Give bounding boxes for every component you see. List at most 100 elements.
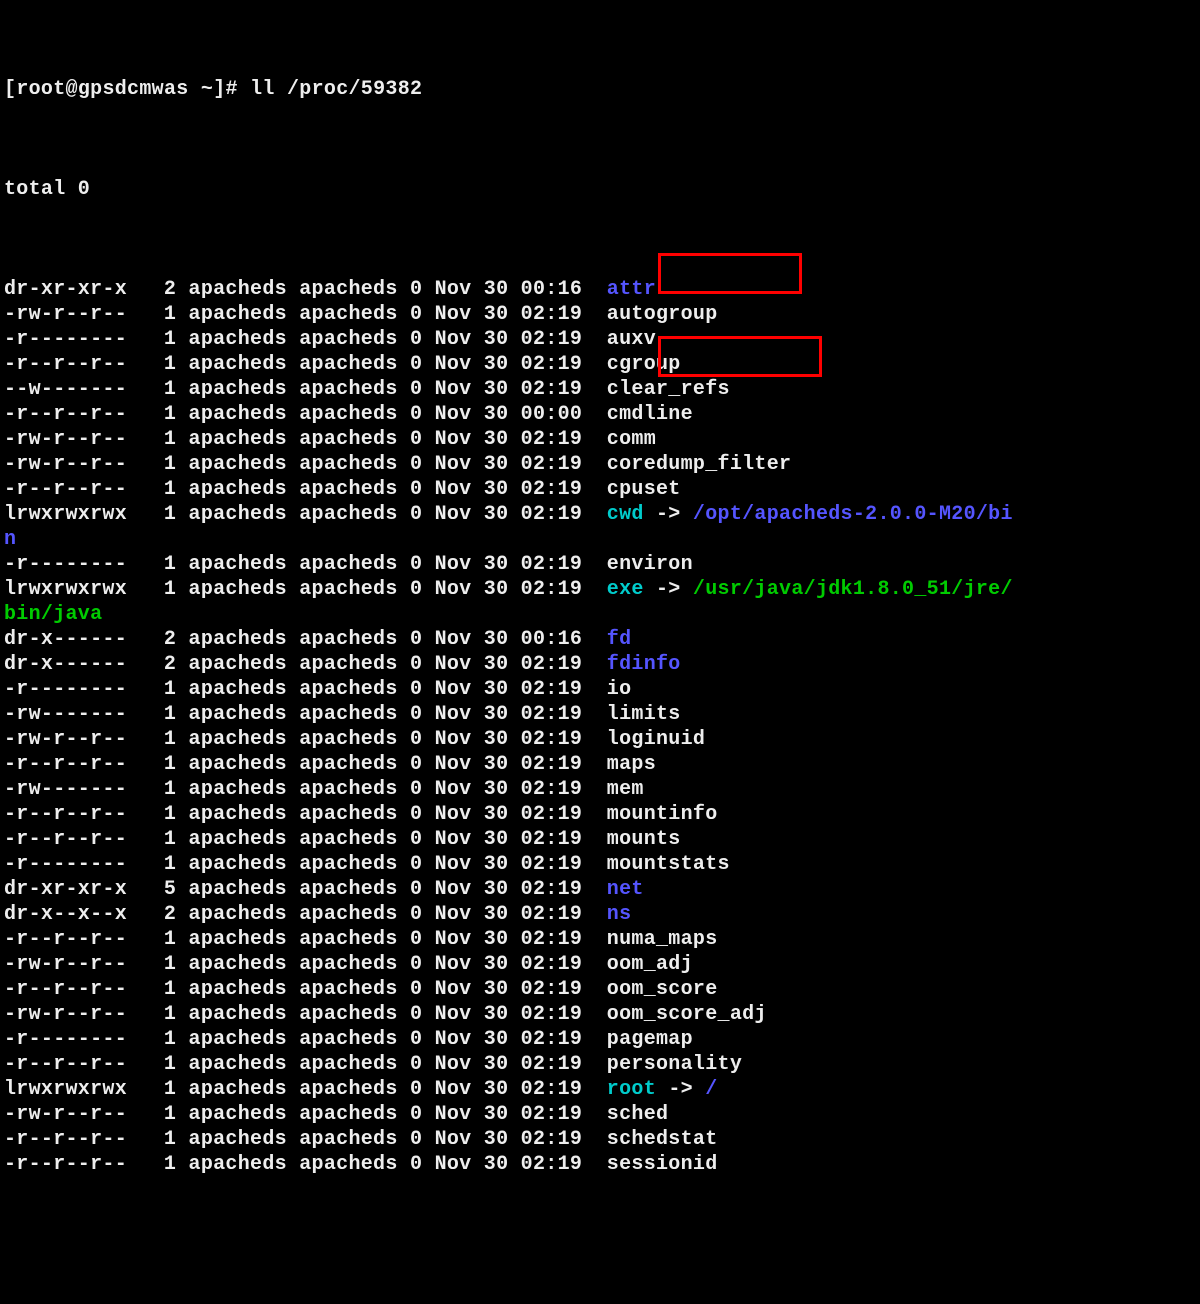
file-name: net — [607, 878, 644, 901]
file-meta: -r-------- 1 apacheds apacheds 0 Nov 30 … — [4, 553, 607, 576]
file-meta: -rw------- 1 apacheds apacheds 0 Nov 30 … — [4, 703, 607, 726]
file-meta: -r--r--r-- 1 apacheds apacheds 0 Nov 30 … — [4, 353, 607, 376]
terminal[interactable]: [root@gpsdcmwas ~]# ll /proc/59382 total… — [0, 0, 1200, 1304]
file-meta: lrwxrwxrwx 1 apacheds apacheds 0 Nov 30 … — [4, 1078, 607, 1101]
file-meta: -r--r--r-- 1 apacheds apacheds 0 Nov 30 … — [4, 403, 607, 426]
file-row: -rw-r--r-- 1 apacheds apacheds 0 Nov 30 … — [4, 427, 1196, 452]
file-row: dr-x------ 2 apacheds apacheds 0 Nov 30 … — [4, 627, 1196, 652]
file-name: mountinfo — [607, 803, 718, 826]
symlink-arrow: -> — [656, 1078, 705, 1101]
file-meta: -r--r--r-- 1 apacheds apacheds 0 Nov 30 … — [4, 828, 607, 851]
file-meta: -r--r--r-- 1 apacheds apacheds 0 Nov 30 … — [4, 978, 607, 1001]
file-row-wrap: bin/java — [4, 602, 1196, 627]
file-row: -r--r--r-- 1 apacheds apacheds 0 Nov 30 … — [4, 1127, 1196, 1152]
file-name: pagemap — [607, 1028, 693, 1051]
file-meta: dr-x------ 2 apacheds apacheds 0 Nov 30 … — [4, 628, 607, 651]
prompt-cmd: ll /proc/59382 — [250, 78, 422, 101]
symlink-target: /opt/apacheds-2.0.0-M20/bi — [693, 503, 1013, 526]
file-row: -rw-r--r-- 1 apacheds apacheds 0 Nov 30 … — [4, 302, 1196, 327]
file-meta: -r--r--r-- 1 apacheds apacheds 0 Nov 30 … — [4, 1128, 607, 1151]
file-row: -rw-r--r-- 1 apacheds apacheds 0 Nov 30 … — [4, 727, 1196, 752]
file-meta: dr-xr-xr-x 2 apacheds apacheds 0 Nov 30 … — [4, 278, 607, 301]
file-row: -r--r--r-- 1 apacheds apacheds 0 Nov 30 … — [4, 402, 1196, 427]
file-row: -rw------- 1 apacheds apacheds 0 Nov 30 … — [4, 777, 1196, 802]
file-row: -r--r--r-- 1 apacheds apacheds 0 Nov 30 … — [4, 827, 1196, 852]
file-meta: -rw-r--r-- 1 apacheds apacheds 0 Nov 30 … — [4, 303, 607, 326]
file-meta: dr-x--x--x 2 apacheds apacheds 0 Nov 30 … — [4, 903, 607, 926]
file-row: dr-xr-xr-x 5 apacheds apacheds 0 Nov 30 … — [4, 877, 1196, 902]
file-row: -r-------- 1 apacheds apacheds 0 Nov 30 … — [4, 1027, 1196, 1052]
prompt-user: root — [16, 78, 65, 101]
file-meta: -rw------- 1 apacheds apacheds 0 Nov 30 … — [4, 778, 607, 801]
file-row: lrwxrwxrwx 1 apacheds apacheds 0 Nov 30 … — [4, 577, 1196, 602]
file-name: autogroup — [607, 303, 718, 326]
file-meta: -r--r--r-- 1 apacheds apacheds 0 Nov 30 … — [4, 1153, 607, 1176]
file-row: -rw-r--r-- 1 apacheds apacheds 0 Nov 30 … — [4, 1102, 1196, 1127]
file-listing: dr-xr-xr-x 2 apacheds apacheds 0 Nov 30 … — [4, 277, 1196, 1177]
file-name: ns — [607, 903, 632, 926]
file-row: dr-x------ 2 apacheds apacheds 0 Nov 30 … — [4, 652, 1196, 677]
file-meta: -r--r--r-- 1 apacheds apacheds 0 Nov 30 … — [4, 928, 607, 951]
file-name: numa_maps — [607, 928, 718, 951]
file-meta: dr-x------ 2 apacheds apacheds 0 Nov 30 … — [4, 653, 607, 676]
symlink-target-continued: bin/java — [4, 603, 102, 626]
file-meta: lrwxrwxrwx 1 apacheds apacheds 0 Nov 30 … — [4, 503, 607, 526]
file-name: attr — [607, 278, 656, 301]
prompt-host: gpsdcmwas — [78, 78, 189, 101]
file-row: -r--r--r-- 1 apacheds apacheds 0 Nov 30 … — [4, 477, 1196, 502]
file-name: mountstats — [607, 853, 730, 876]
file-name: limits — [607, 703, 681, 726]
file-meta: -r-------- 1 apacheds apacheds 0 Nov 30 … — [4, 1028, 607, 1051]
file-meta: -rw-r--r-- 1 apacheds apacheds 0 Nov 30 … — [4, 953, 607, 976]
file-row: dr-xr-xr-x 2 apacheds apacheds 0 Nov 30 … — [4, 277, 1196, 302]
file-name: cgroup — [607, 353, 681, 376]
file-row: --w------- 1 apacheds apacheds 0 Nov 30 … — [4, 377, 1196, 402]
file-name: sched — [607, 1103, 669, 1126]
file-meta: -r-------- 1 apacheds apacheds 0 Nov 30 … — [4, 853, 607, 876]
file-row: lrwxrwxrwx 1 apacheds apacheds 0 Nov 30 … — [4, 502, 1196, 527]
file-row: -r--r--r-- 1 apacheds apacheds 0 Nov 30 … — [4, 1052, 1196, 1077]
file-row: -rw-r--r-- 1 apacheds apacheds 0 Nov 30 … — [4, 452, 1196, 477]
file-row: -rw-r--r-- 1 apacheds apacheds 0 Nov 30 … — [4, 952, 1196, 977]
file-row: lrwxrwxrwx 1 apacheds apacheds 0 Nov 30 … — [4, 1077, 1196, 1102]
file-row: -r--r--r-- 1 apacheds apacheds 0 Nov 30 … — [4, 1152, 1196, 1177]
file-name: cwd — [607, 503, 644, 526]
file-meta: -rw-r--r-- 1 apacheds apacheds 0 Nov 30 … — [4, 1103, 607, 1126]
file-meta: -r-------- 1 apacheds apacheds 0 Nov 30 … — [4, 678, 607, 701]
file-row: dr-x--x--x 2 apacheds apacheds 0 Nov 30 … — [4, 902, 1196, 927]
file-name: maps — [607, 753, 656, 776]
file-name: auxv — [607, 328, 656, 351]
file-meta: -r--r--r-- 1 apacheds apacheds 0 Nov 30 … — [4, 1053, 607, 1076]
file-name: oom_adj — [607, 953, 693, 976]
file-name: coredump_filter — [607, 453, 792, 476]
file-meta: -rw-r--r-- 1 apacheds apacheds 0 Nov 30 … — [4, 453, 607, 476]
file-row: -r-------- 1 apacheds apacheds 0 Nov 30 … — [4, 852, 1196, 877]
file-meta: -r--r--r-- 1 apacheds apacheds 0 Nov 30 … — [4, 803, 607, 826]
file-meta: -rw-r--r-- 1 apacheds apacheds 0 Nov 30 … — [4, 728, 607, 751]
file-name: mounts — [607, 828, 681, 851]
prompt-line: [root@gpsdcmwas ~]# ll /proc/59382 — [4, 77, 1196, 102]
file-meta: -r--r--r-- 1 apacheds apacheds 0 Nov 30 … — [4, 478, 607, 501]
file-name: exe — [607, 578, 644, 601]
file-meta: --w------- 1 apacheds apacheds 0 Nov 30 … — [4, 378, 607, 401]
file-row: -rw-r--r-- 1 apacheds apacheds 0 Nov 30 … — [4, 1002, 1196, 1027]
file-name: environ — [607, 553, 693, 576]
file-row: -r--r--r-- 1 apacheds apacheds 0 Nov 30 … — [4, 352, 1196, 377]
file-name: fdinfo — [607, 653, 681, 676]
file-row: -r-------- 1 apacheds apacheds 0 Nov 30 … — [4, 677, 1196, 702]
file-name: sessionid — [607, 1153, 718, 1176]
file-name: loginuid — [607, 728, 705, 751]
total-line: total 0 — [4, 177, 1196, 202]
file-row: -r-------- 1 apacheds apacheds 0 Nov 30 … — [4, 327, 1196, 352]
file-meta: dr-xr-xr-x 5 apacheds apacheds 0 Nov 30 … — [4, 878, 607, 901]
prompt-cwd: ~ — [201, 78, 213, 101]
file-name: fd — [607, 628, 632, 651]
symlink-arrow: -> — [644, 503, 693, 526]
file-meta: -r-------- 1 apacheds apacheds 0 Nov 30 … — [4, 328, 607, 351]
file-meta: -rw-r--r-- 1 apacheds apacheds 0 Nov 30 … — [4, 428, 607, 451]
file-name: io — [607, 678, 632, 701]
file-name: schedstat — [607, 1128, 718, 1151]
file-row-wrap: n — [4, 527, 1196, 552]
file-name: personality — [607, 1053, 742, 1076]
file-row: -r--r--r-- 1 apacheds apacheds 0 Nov 30 … — [4, 977, 1196, 1002]
